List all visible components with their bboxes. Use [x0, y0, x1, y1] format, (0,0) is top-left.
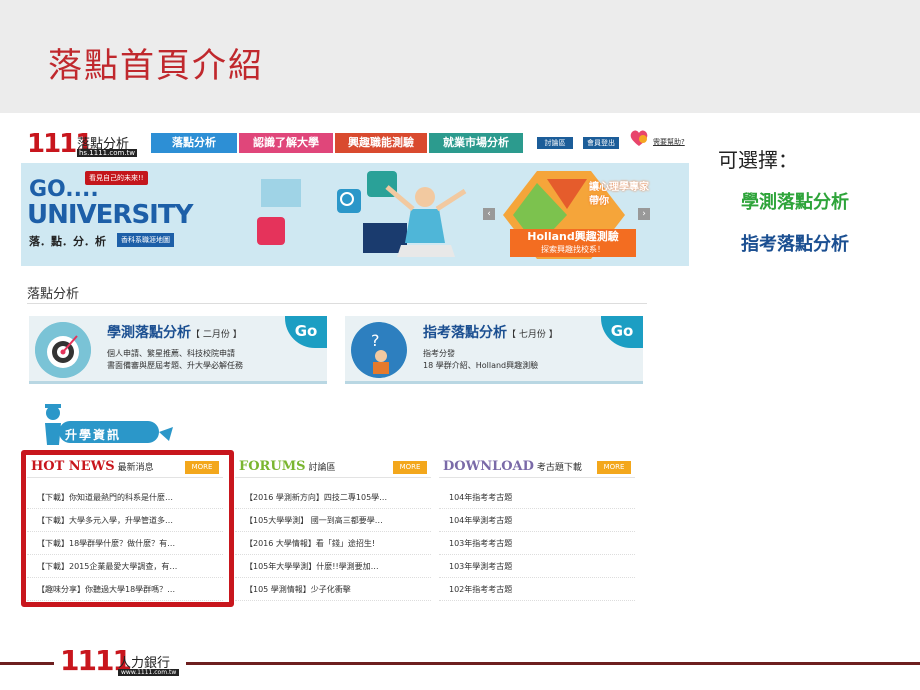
- side-question: 可選擇：: [718, 148, 798, 172]
- download-title-cn: 考古題下載: [536, 463, 582, 473]
- card-gsat-go-button[interactable]: Go: [285, 316, 327, 348]
- forums-more-button[interactable]: MORE: [393, 461, 427, 474]
- svg-text:?: ?: [371, 331, 380, 350]
- holland-cta: 讓心理學專家帶你: [589, 182, 649, 207]
- heart-icon: [630, 130, 648, 146]
- banner-next-arrow[interactable]: ›: [638, 208, 650, 220]
- list-item[interactable]: 【105大學學測】 國一到高三都要學…: [235, 509, 431, 532]
- card-gsat-title: 學測落點分析: [107, 325, 191, 341]
- download-column: DOWNLOAD 考古題下載 MORE 104年指考考古題 104年學測考古題 1…: [439, 456, 635, 601]
- download-more-button[interactable]: MORE: [597, 461, 631, 474]
- card-bottom-bar: [345, 381, 643, 384]
- site-topbar: 1111 落點分析 hs.1111.com.tw 落點分析 認識了解大學 興趣職…: [21, 123, 689, 161]
- list-item[interactable]: 【105年大學學測】什麼!!學測要加…: [235, 555, 431, 578]
- footer-url: www.1111.com.tw: [118, 669, 180, 676]
- nav-landing-analysis[interactable]: 落點分析: [151, 133, 237, 153]
- section-title: 落點分析: [27, 287, 80, 302]
- card-gsat-title-wrap: 學測落點分析【 二月份 】: [107, 322, 242, 342]
- list-item[interactable]: 104年學測考古題: [439, 509, 635, 532]
- forum-button[interactable]: 討論區: [537, 137, 573, 149]
- side-option-gsat: 學測落點分析: [741, 192, 849, 213]
- target-icon: [35, 322, 91, 378]
- side-option-ast: 指考落點分析: [741, 234, 849, 255]
- list-item[interactable]: 【2016 學測新方向】四技二專105學…: [235, 486, 431, 509]
- forums-column: FORUMS 討論區 MORE 【2016 學測新方向】四技二專105學… 【10…: [235, 456, 431, 601]
- list-item[interactable]: 102年指考考古題: [439, 578, 635, 601]
- forums-list: 【2016 學測新方向】四技二專105學… 【105大學學測】 國一到高三都要學…: [235, 486, 431, 601]
- download-title: DOWNLOAD 考古題下載: [443, 459, 582, 474]
- card-gsat-month: 【 二月份 】: [191, 330, 242, 340]
- holland-subtitle: 探索興趣找校系！: [541, 245, 605, 254]
- nav-job-market[interactable]: 就業市場分析: [429, 133, 523, 153]
- nav-interest-test[interactable]: 興趣職能測驗: [335, 133, 427, 153]
- banner-subtitle: 落．點．分．析: [29, 235, 106, 248]
- slide: 落點首頁介紹 1111 落點分析 hs.1111.com.tw 落點分析 認識了…: [0, 0, 920, 690]
- card-gsat-line1: 個人申請、繁星推薦、科技校院申請: [107, 349, 235, 358]
- forums-title-en: FORUMS: [239, 459, 306, 474]
- card-ast-month: 【 七月份 】: [507, 330, 558, 340]
- download-title-en: DOWNLOAD: [443, 459, 534, 474]
- holland-test-button[interactable]: Holland興趣測驗 探索興趣找校系！: [510, 229, 636, 257]
- nav-know-university[interactable]: 認識了解大學: [239, 133, 333, 153]
- education-info-logo: 升學資訊: [65, 428, 122, 442]
- list-item[interactable]: 【105 學測情報】少子化衝擊: [235, 578, 431, 601]
- card-ast-go-button[interactable]: Go: [601, 316, 643, 348]
- hot-news-highlight-box: [21, 450, 234, 607]
- list-item[interactable]: 103年學測考古題: [439, 555, 635, 578]
- download-header: DOWNLOAD 考古題下載 MORE: [439, 456, 635, 478]
- slide-title: 落點首頁介紹: [48, 46, 264, 86]
- download-list: 104年指考考古題 104年學測考古題 103年指考考古題 103年學測考古題 …: [439, 486, 635, 601]
- list-item[interactable]: 【2016 大學情報】看「錢」途招生!: [235, 532, 431, 555]
- card-ast-title-wrap: 指考落點分析【 七月份 】: [423, 322, 558, 342]
- banner-map-tag: 香科系職涯地圖: [117, 233, 174, 247]
- site-logo-url: hs.1111.com.tw: [77, 149, 137, 157]
- banner-prev-arrow[interactable]: ‹: [483, 208, 495, 220]
- forums-title-cn: 討論區: [308, 463, 336, 473]
- forums-header: FORUMS 討論區 MORE: [235, 456, 431, 478]
- card-bottom-bar: [29, 381, 327, 384]
- list-item[interactable]: 103年指考考古題: [439, 532, 635, 555]
- card-gsat-analysis[interactable]: 學測落點分析【 二月份 】 個人申請、繁星推薦、科技校院申請 書面備審與歷屆考題…: [29, 316, 327, 384]
- website-screenshot: 1111 落點分析 hs.1111.com.tw 落點分析 認識了解大學 興趣職…: [21, 123, 689, 615]
- banner-illustration: [257, 171, 467, 257]
- question-person-icon: ?: [351, 322, 407, 378]
- logout-button[interactable]: 會員登出: [583, 137, 619, 149]
- banner-go: GO....: [29, 177, 99, 202]
- holland-title: Holland興趣測驗: [527, 230, 619, 243]
- help-link[interactable]: 需要幫助?: [653, 137, 685, 147]
- list-item[interactable]: 104年指考考古題: [439, 486, 635, 509]
- hero-banner[interactable]: 看見自己的未來!! GO.... UNIVERSITY 落．點．分．析 香科系職…: [21, 163, 689, 266]
- banner-university: UNIVERSITY: [27, 200, 193, 230]
- card-ast-title: 指考落點分析: [423, 325, 507, 341]
- card-ast-line2: 18 學群介紹、Holland興趣測驗: [423, 361, 539, 370]
- section-divider: [27, 303, 647, 304]
- card-ast-line1: 指考分發: [423, 349, 455, 358]
- card-gsat-line2: 書面備審與歷屆考題、升大學必解任務: [107, 361, 243, 370]
- forums-title: FORUMS 討論區: [239, 459, 336, 474]
- card-ast-analysis[interactable]: ? 指考落點分析【 七月份 】 指考分發 18 學群介紹、Holland興趣測驗…: [345, 316, 643, 384]
